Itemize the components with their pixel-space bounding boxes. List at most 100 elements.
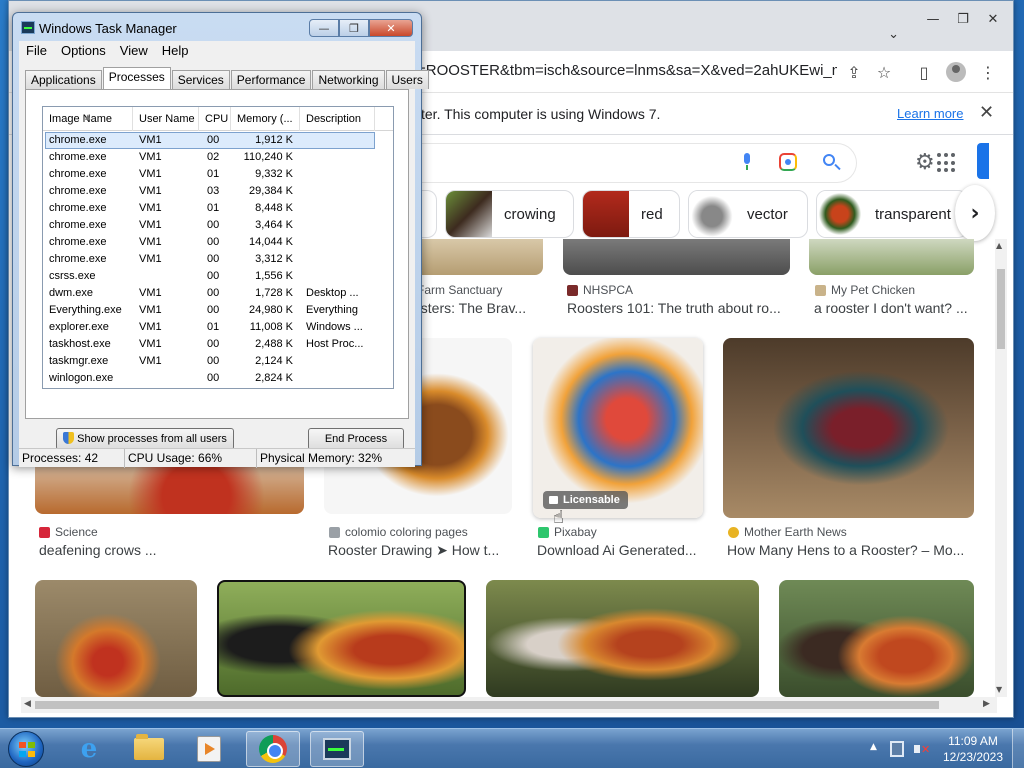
process-row[interactable]: winlogon.exe 00 2,824 K — [43, 370, 393, 387]
result-image[interactable] — [723, 338, 974, 518]
tab-search-dropdown-icon[interactable]: ⌄ — [888, 27, 899, 42]
process-row[interactable]: taskmgr.exe VM1 00 2,124 K — [43, 353, 393, 370]
process-row[interactable]: chrome.exe VM1 03 29,384 K — [43, 183, 393, 200]
column-image-name[interactable]: ▲ Image Name — [43, 107, 133, 131]
restore-button[interactable]: ❐ — [339, 19, 369, 37]
gear-icon[interactable]: ⚙ — [915, 150, 935, 175]
result-image[interactable] — [413, 239, 543, 275]
menu-view[interactable]: View — [113, 41, 155, 61]
result-image[interactable] — [486, 580, 759, 697]
horizontal-scrollbar[interactable]: ◀ ▶ — [21, 697, 997, 713]
result-caption[interactable]: a rooster I don't want? ... — [814, 300, 979, 316]
chip-crowing[interactable]: crowing — [445, 190, 574, 238]
column-description[interactable]: Description — [300, 107, 375, 131]
result-source[interactable]: NHSPCA — [567, 283, 633, 297]
side-panel-icon[interactable]: ▯ — [913, 61, 935, 83]
menu-options[interactable]: Options — [54, 41, 113, 61]
taskbar-internet-explorer[interactable]: e — [62, 731, 116, 767]
result-image[interactable] — [35, 580, 197, 697]
result-source[interactable]: Farm Sanctuary — [417, 283, 502, 297]
network-icon[interactable] — [890, 741, 904, 757]
volume-muted-icon[interactable]: ✕ — [914, 741, 930, 757]
vertical-scrollbar[interactable]: ▲ ▼ — [995, 239, 1007, 697]
process-row[interactable]: chrome.exe VM1 00 14,044 K — [43, 234, 393, 251]
process-row[interactable]: csrss.exe 00 1,556 K — [43, 268, 393, 285]
address-bar[interactable]: =ROOSTER&tbm=isch&source=lnms&sa=X&ved=2… — [417, 62, 837, 79]
process-row[interactable]: chrome.exe VM1 00 3,312 K — [43, 251, 393, 268]
result-image[interactable] — [779, 580, 974, 697]
result-source[interactable]: My Pet Chicken — [815, 283, 915, 297]
scrollbar-thumb[interactable] — [35, 701, 939, 709]
menu-file[interactable]: File — [19, 41, 54, 61]
microphone-icon[interactable] — [741, 153, 753, 171]
profile-avatar-icon[interactable] — [945, 61, 967, 83]
close-button[interactable]: ✕ — [369, 19, 413, 37]
column-memory[interactable]: Memory (... — [231, 107, 300, 131]
result-caption[interactable]: Download Ai Generated... — [537, 542, 707, 558]
tab-users[interactable]: Users — [385, 70, 429, 89]
taskbar-explorer[interactable] — [122, 731, 176, 767]
result-caption[interactable]: How Many Hens to a Rooster? – Mo... — [727, 542, 977, 558]
search-icon[interactable] — [821, 152, 843, 174]
tab-networking[interactable]: Networking — [312, 70, 385, 89]
column-user-name[interactable]: User Name — [133, 107, 199, 131]
chip-transparent[interactable]: transparent — [816, 190, 968, 238]
result-image[interactable] — [563, 239, 790, 275]
minimize-button[interactable]: — — [919, 9, 947, 29]
process-row[interactable]: chrome.exe VM1 01 8,448 K — [43, 200, 393, 217]
process-row[interactable]: Everything.exe VM1 00 24,980 K Everything — [43, 302, 393, 319]
process-row[interactable]: dwm.exe VM1 00 1,728 K Desktop ... — [43, 285, 393, 302]
process-list[interactable]: ▲ Image Name User Name CPU Memory (... D… — [42, 106, 394, 389]
result-image[interactable] — [217, 580, 466, 697]
restore-button[interactable]: ❐ — [949, 9, 977, 29]
result-caption[interactable]: deafening crows ... — [39, 542, 299, 558]
scroll-up-arrow-icon[interactable]: ▲ — [996, 241, 1002, 250]
tab-applications[interactable]: Applications — [25, 70, 102, 89]
result-source[interactable]: Mother Earth News — [728, 525, 847, 539]
column-cpu[interactable]: CPU — [199, 107, 231, 131]
show-desktop-button[interactable] — [1012, 729, 1024, 768]
sign-in-button[interactable] — [977, 143, 989, 179]
apps-grid-icon[interactable] — [937, 153, 957, 173]
kebab-menu-icon[interactable]: ⋮ — [977, 61, 999, 83]
scrollbar-thumb[interactable] — [997, 269, 1005, 349]
result-source[interactable]: Science — [39, 525, 98, 539]
google-lens-icon[interactable] — [779, 153, 797, 171]
process-row[interactable]: chrome.exe VM1 00 1,912 K — [43, 132, 393, 149]
close-button[interactable]: ✕ — [979, 9, 1007, 29]
clock[interactable]: 11:09 AM 12/23/2023 — [940, 733, 1006, 765]
show-hidden-icons-icon[interactable]: ▲ — [870, 742, 877, 752]
process-row[interactable]: chrome.exe VM1 02 110,240 K — [43, 149, 393, 166]
taskbar-task-manager[interactable] — [310, 731, 364, 767]
result-source[interactable]: Pixabay — [538, 525, 597, 539]
chip-red[interactable]: red — [582, 190, 680, 238]
result-caption[interactable]: osters: The Brav... — [413, 300, 543, 316]
bookmark-star-icon[interactable]: ☆ — [873, 61, 895, 83]
result-source[interactable]: colomio coloring pages — [329, 525, 468, 539]
learn-more-link[interactable]: Learn more — [897, 106, 963, 121]
result-image[interactable] — [809, 239, 974, 275]
start-button[interactable] — [8, 731, 44, 767]
scroll-left-arrow-icon[interactable]: ◀ — [24, 699, 31, 709]
chips-next-button[interactable]: › — [955, 185, 995, 241]
result-caption[interactable]: Roosters 101: The truth about ro... — [567, 300, 792, 316]
infobar-close-icon[interactable]: ✕ — [979, 102, 994, 123]
minimize-button[interactable]: — — [309, 19, 339, 37]
scroll-down-arrow-icon[interactable]: ▼ — [996, 685, 1002, 694]
scroll-right-arrow-icon[interactable]: ▶ — [983, 699, 990, 709]
tab-services[interactable]: Services — [171, 70, 230, 89]
show-all-processes-button[interactable]: Show processes from all users — [56, 428, 234, 450]
chip-vector[interactable]: vector — [688, 190, 808, 238]
share-icon[interactable]: ⇪ — [843, 61, 865, 83]
end-process-button[interactable]: End Process — [308, 428, 404, 450]
process-row[interactable]: taskhost.exe VM1 00 2,488 K Host Proc... — [43, 336, 393, 353]
tab-processes[interactable]: Processes — [102, 67, 171, 89]
tab-performance[interactable]: Performance — [230, 70, 312, 89]
menu-help[interactable]: Help — [155, 41, 196, 61]
taskbar-media-player[interactable] — [182, 731, 236, 767]
taskbar-chrome[interactable] — [246, 731, 300, 767]
process-row[interactable]: chrome.exe VM1 01 9,332 K — [43, 166, 393, 183]
process-row[interactable]: chrome.exe VM1 00 3,464 K — [43, 217, 393, 234]
result-caption[interactable]: Rooster Drawing ➤ How t... — [328, 542, 514, 559]
process-row[interactable]: explorer.exe VM1 01 11,008 K Windows ... — [43, 319, 393, 336]
